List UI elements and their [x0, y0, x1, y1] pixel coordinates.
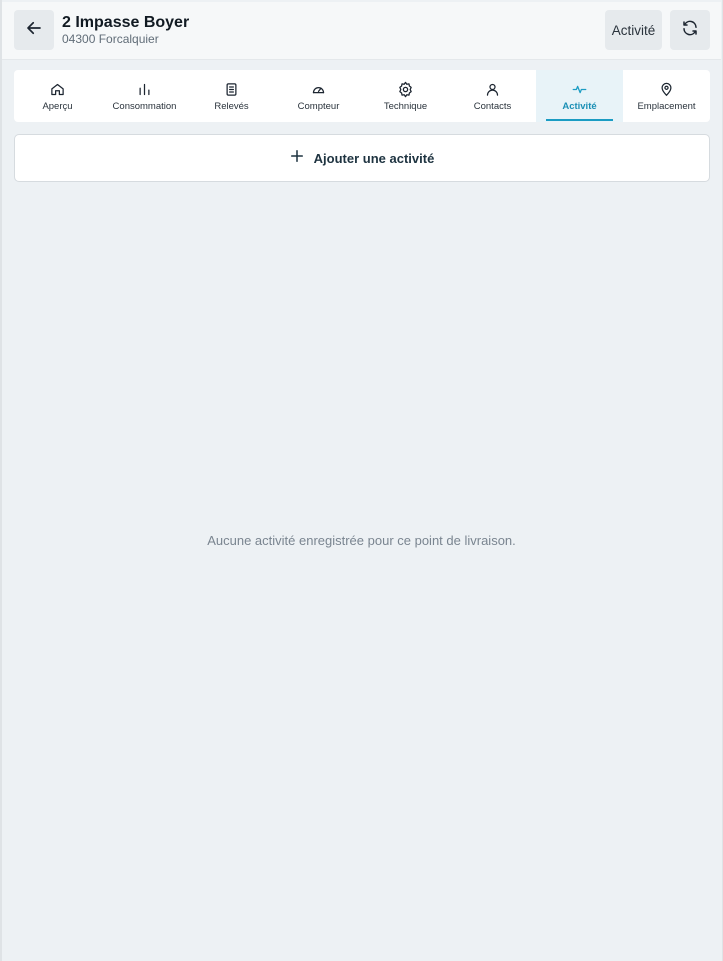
tab-label: Aperçu — [42, 101, 73, 112]
page-title: 2 Impasse Boyer — [62, 14, 190, 31]
gauge-icon — [311, 80, 326, 98]
tab-label: Technique — [383, 101, 428, 112]
gear-icon — [397, 80, 414, 98]
active-tab-indicator — [546, 119, 613, 121]
page-subtitle: 04300 Forcalquier — [62, 32, 159, 46]
home-icon — [50, 80, 65, 98]
refresh-button[interactable] — [670, 10, 710, 50]
refresh-icon — [681, 19, 699, 42]
tab-label: Emplacement — [637, 101, 696, 112]
tab-label: Contacts — [473, 101, 512, 112]
tab-technique[interactable]: Technique — [362, 70, 449, 122]
back-button[interactable] — [14, 10, 54, 50]
tab-bar: Aperçu Consommation Relevés Compteur Tec… — [14, 70, 710, 122]
tab-label: Consommation — [112, 101, 177, 112]
title-block: 2 Impasse Boyer 04300 Forcalquier — [62, 13, 189, 46]
tab-label: Activité — [562, 101, 597, 112]
activity-pulse-icon — [571, 80, 588, 98]
tab-label: Relevés — [214, 101, 249, 112]
tab-consommation[interactable]: Consommation — [101, 70, 188, 122]
bar-chart-icon — [137, 80, 152, 98]
tab-label: Compteur — [297, 101, 340, 112]
clipboard-icon — [224, 80, 239, 98]
arrow-left-icon — [25, 19, 43, 42]
activity-button[interactable]: Activité — [605, 10, 662, 50]
tab-activite[interactable]: Activité — [536, 70, 623, 122]
add-activity-button[interactable]: Ajouter une activité — [14, 134, 710, 182]
tab-contacts[interactable]: Contacts — [449, 70, 536, 122]
map-pin-icon — [659, 80, 674, 98]
header-bar: 2 Impasse Boyer 04300 Forcalquier Activi… — [2, 2, 721, 60]
add-activity-label: Ajouter une activité — [313, 150, 435, 166]
plus-icon — [290, 149, 304, 168]
user-icon — [485, 80, 500, 98]
tab-apercu[interactable]: Aperçu — [14, 70, 101, 122]
tab-compteur[interactable]: Compteur — [275, 70, 362, 122]
tab-releves[interactable]: Relevés — [188, 70, 275, 122]
tab-emplacement[interactable]: Emplacement — [623, 70, 710, 122]
empty-state-message: Aucune activité enregistrée pour ce poin… — [207, 533, 516, 548]
